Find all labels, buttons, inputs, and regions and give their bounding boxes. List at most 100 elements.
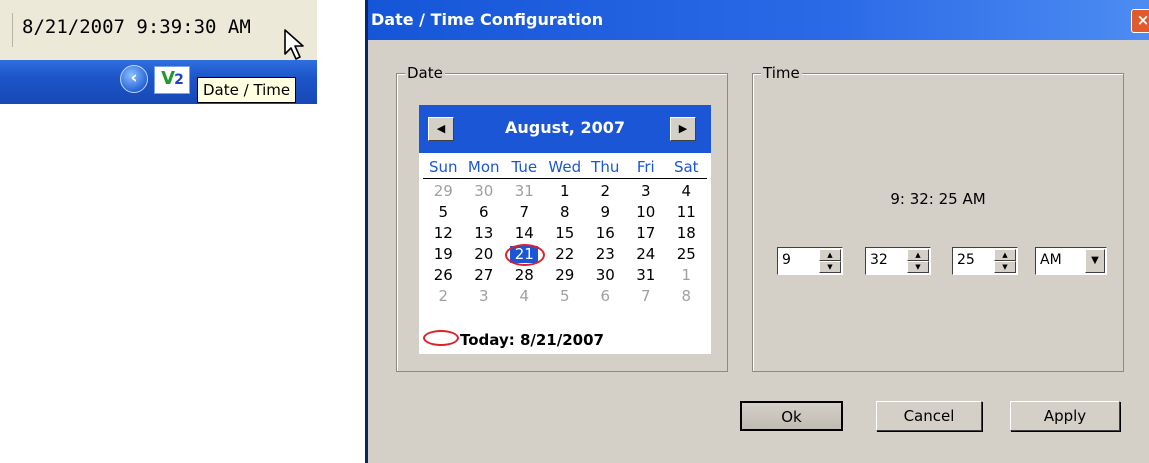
calendar-day[interactable]: 29	[545, 265, 586, 286]
calendar-day[interactable]: 13	[464, 223, 505, 244]
calendar-day[interactable]: 31	[626, 265, 667, 286]
calendar-day-number: 14	[514, 224, 534, 242]
calendar-day-number: 5	[438, 203, 449, 221]
calendar-day[interactable]: 1	[545, 181, 586, 202]
calendar-day[interactable]: 5	[545, 286, 586, 307]
calendar-day[interactable]: 1	[666, 265, 707, 286]
calendar-day[interactable]: 8	[666, 286, 707, 307]
weekday-label: Mon	[467, 158, 500, 176]
calendar-day-number: 25	[676, 245, 696, 263]
calendar-day-selected[interactable]: 21	[504, 244, 545, 266]
calendar-day[interactable]: 18	[666, 223, 707, 244]
second-down-button[interactable]: ▼	[994, 261, 1016, 273]
calendar-day[interactable]: 28	[504, 265, 545, 286]
calendar-day-number: 3	[478, 287, 489, 305]
calendar-day[interactable]: 8	[545, 202, 586, 223]
hour-up-button[interactable]: ▲	[819, 249, 841, 261]
minute-up-button[interactable]: ▲	[907, 249, 929, 261]
calendar-day-number: 23	[595, 245, 615, 263]
calendar-day-number: 4	[519, 287, 530, 305]
calendar-day[interactable]: 29	[423, 181, 464, 202]
calendar-day[interactable]: 31	[504, 181, 545, 202]
hour-spinner[interactable]: 9 ▲ ▼	[777, 247, 843, 275]
ok-button[interactable]: Ok	[740, 401, 843, 431]
calendar-day[interactable]: 23	[585, 244, 626, 265]
date-time-dialog: Date / Time Configuration × Date ◀ Augus…	[365, 0, 1149, 463]
close-button[interactable]: ×	[1131, 9, 1149, 33]
minute-value[interactable]: 32	[870, 252, 888, 268]
calendar-day-number: 4	[681, 182, 692, 200]
calendar-day[interactable]: 24	[626, 244, 667, 265]
app-tray-icon-sub: 2	[174, 72, 184, 88]
calendar-day[interactable]: 30	[585, 265, 626, 286]
calendar-day[interactable]: 30	[464, 181, 505, 202]
calendar-day-number: 11	[676, 203, 696, 221]
minute-down-button[interactable]: ▼	[907, 261, 929, 273]
calendar-day[interactable]: 16	[585, 223, 626, 244]
calendar-month-title: August, 2007	[505, 118, 625, 137]
mouse-pointer-icon	[284, 29, 304, 60]
tray-clock-text[interactable]: 8/21/2007 9:39:30 AM	[22, 16, 251, 38]
calendar-day-number: 7	[640, 287, 651, 305]
calendar-day[interactable]: 6	[464, 202, 505, 223]
cancel-button[interactable]: Cancel	[876, 401, 982, 431]
prev-month-button[interactable]: ◀	[428, 117, 454, 141]
calendar-day-number: 16	[595, 224, 615, 242]
app-tray-icon[interactable]: V2	[154, 66, 190, 94]
calendar-day[interactable]: 20	[464, 244, 505, 265]
calendar-day-number: 1	[681, 266, 692, 284]
calendar-day[interactable]: 26	[423, 265, 464, 286]
calendar-day[interactable]: 5	[423, 202, 464, 223]
dialog-titlebar[interactable]: Date / Time Configuration ×	[368, 0, 1149, 40]
calendar-day[interactable]: 15	[545, 223, 586, 244]
calendar-week-row: 5 6 7 8 9 10 11	[423, 202, 707, 223]
calendar-day[interactable]: 12	[423, 223, 464, 244]
calendar-day[interactable]: 2	[423, 286, 464, 307]
calendar-day-number: 1	[559, 182, 570, 200]
calendar-day[interactable]: 4	[666, 181, 707, 202]
calendar-week-row: 2 3 4 5 6 7 8	[423, 286, 707, 307]
hour-value[interactable]: 9	[782, 252, 791, 268]
ampm-value[interactable]: AM	[1040, 252, 1062, 268]
show-hidden-icons-icon[interactable]: ‹	[120, 65, 148, 93]
calendar-day[interactable]: 25	[666, 244, 707, 265]
next-month-button[interactable]: ▶	[670, 117, 696, 141]
calendar-day-number: 19	[433, 245, 453, 263]
calendar-day[interactable]: 7	[626, 286, 667, 307]
calendar-day[interactable]: 6	[585, 286, 626, 307]
weekday-label: Wed	[548, 158, 582, 176]
calendar-day-number: 2	[600, 182, 611, 200]
calendar-day-number: 26	[433, 266, 453, 284]
calendar-week-row: 19 20 21 22 23 24 25	[423, 244, 707, 266]
ampm-dropdown-button[interactable]: ▼	[1085, 249, 1105, 273]
ampm-select[interactable]: AM ▼	[1035, 247, 1107, 275]
calendar-day[interactable]: 19	[423, 244, 464, 265]
apply-button[interactable]: Apply	[1010, 401, 1120, 431]
calendar-day-number: 15	[555, 224, 575, 242]
calendar-day[interactable]: 9	[585, 202, 626, 223]
calendar-day-number: 8	[559, 203, 570, 221]
calendar-day[interactable]: 10	[626, 202, 667, 223]
calendar-day[interactable]: 3	[464, 286, 505, 307]
calendar-day[interactable]: 11	[666, 202, 707, 223]
calendar-day[interactable]: 2	[585, 181, 626, 202]
minute-spinner[interactable]: 32 ▲ ▼	[865, 247, 931, 275]
weekday-label: Sat	[673, 158, 699, 176]
minute-spin-buttons: ▲ ▼	[907, 249, 929, 273]
dialog-title: Date / Time Configuration	[371, 10, 604, 29]
calendar-day[interactable]: 4	[504, 286, 545, 307]
second-up-button[interactable]: ▲	[994, 249, 1016, 261]
calendar-day[interactable]: 7	[504, 202, 545, 223]
hour-down-button[interactable]: ▼	[819, 261, 841, 273]
calendar-day[interactable]: 14	[504, 223, 545, 244]
time-group: Time 9: 32: 25 AM 9 ▲ ▼ 32 ▲ ▼ 25 ▲ ▼ AM	[752, 64, 1124, 372]
calendar-day[interactable]: 22	[545, 244, 586, 265]
second-value[interactable]: 25	[957, 252, 975, 268]
calendar-day-number: 30	[474, 182, 494, 200]
today-link[interactable]: Today: 8/21/2007	[423, 330, 604, 349]
time-readout: 9: 32: 25 AM	[890, 190, 986, 208]
calendar-day[interactable]: 17	[626, 223, 667, 244]
calendar-day[interactable]: 27	[464, 265, 505, 286]
calendar-day[interactable]: 3	[626, 181, 667, 202]
second-spinner[interactable]: 25 ▲ ▼	[952, 247, 1018, 275]
